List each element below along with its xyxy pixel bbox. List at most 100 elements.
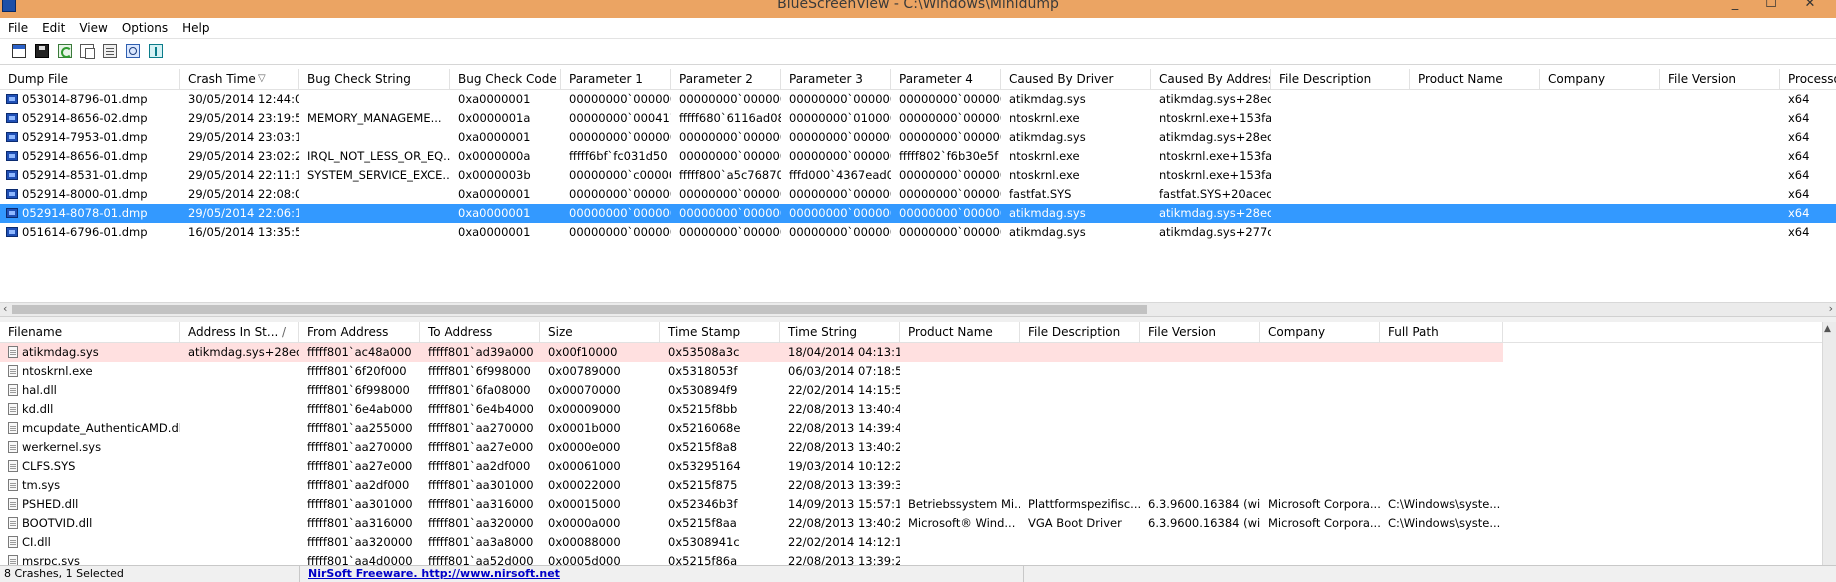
menu-edit[interactable]: Edit — [34, 18, 71, 36]
col-header-label: Bug Check Code — [458, 72, 557, 86]
col-header-file-version[interactable]: File Version — [1140, 322, 1260, 342]
maximize-icon[interactable]: ☐ — [1757, 0, 1785, 11]
properties-icon[interactable] — [12, 44, 26, 58]
col-header-size[interactable]: Size — [540, 322, 660, 342]
cell-bug-check-string — [299, 90, 450, 109]
dump-row[interactable]: 052914-8000-01.dmp 29/05/2014 22:08:04 0xa… — [0, 185, 1836, 204]
driver-row[interactable]: ntoskrnl.exe fffff801`6f20f000 fffff801`6f… — [0, 362, 1836, 381]
driver-row[interactable]: PSHED.dll fffff801`aa301000 fffff801`aa316… — [0, 495, 1836, 514]
col-header-parameter-4[interactable]: Parameter 4 — [891, 69, 1001, 89]
cell-text: 0x00789000 — [548, 364, 621, 378]
cell-size: 0x00009000 — [540, 400, 660, 419]
col-header-time-string[interactable]: Time String — [780, 322, 900, 342]
dump-row[interactable]: 052914-8531-01.dmp 29/05/2014 22:11:13 SYS… — [0, 166, 1836, 185]
driver-row[interactable]: BOOTVID.dll fffff801`aa316000 fffff801`aa3… — [0, 514, 1836, 533]
driver-row[interactable]: kd.dll fffff801`6e4ab000 fffff801`6e4b4000… — [0, 400, 1836, 419]
menu-help[interactable]: Help — [174, 18, 215, 36]
col-header-address-in-stack[interactable]: Address In St... / — [180, 322, 299, 342]
cell-company — [1260, 381, 1380, 400]
cell-text: x64 — [1788, 92, 1810, 106]
col-header-full-path[interactable]: Full Path — [1380, 322, 1503, 342]
cell-text: 00000000`000000... — [679, 206, 781, 220]
cell-time-stamp: 0x5308941c — [660, 533, 780, 552]
horizontal-scrollbar[interactable]: ‹ › — [0, 302, 1836, 316]
col-header-product-name[interactable]: Product Name — [1410, 69, 1540, 89]
cell-caused-by-address: atikmdag.sys+28ece — [1151, 128, 1271, 147]
driver-row[interactable]: msrpc.sys fffff801`aa4d0000 fffff801`aa52d… — [0, 552, 1836, 565]
col-header-file-description[interactable]: File Description — [1271, 69, 1410, 89]
cell-time-string: 22/02/2014 14:12:12 — [780, 533, 900, 552]
col-header-crash-time[interactable]: Crash Time ▽ — [180, 69, 299, 89]
advanced-options-icon[interactable] — [103, 44, 117, 58]
driver-row[interactable]: hal.dll fffff801`6f998000 fffff801`6fa0800… — [0, 381, 1836, 400]
cell-text: 0x00f10000 — [548, 345, 618, 359]
cell-dump-file: 052914-8656-02.dmp — [0, 109, 180, 128]
cell-text: 00000000`000417... — [569, 111, 671, 125]
cell-text: 052914-8531-01.dmp — [22, 168, 148, 182]
refresh-icon[interactable] — [58, 44, 72, 58]
col-header-label: Parameter 1 — [569, 72, 643, 86]
driver-row[interactable]: CI.dll fffff801`aa320000 fffff801`aa3a8000… — [0, 533, 1836, 552]
cell-file-version: 6.3.9600.16384 (wi... — [1140, 495, 1260, 514]
col-header-parameter-2[interactable]: Parameter 2 — [671, 69, 781, 89]
cell-company: Microsoft Corpora... — [1260, 495, 1380, 514]
col-header-dump-file[interactable]: Dump File — [0, 69, 180, 89]
col-header-company[interactable]: Company — [1540, 69, 1660, 89]
col-header-caused-by-address[interactable]: Caused By Address — [1151, 69, 1271, 89]
driver-row[interactable]: tm.sys fffff801`aa2df000 fffff801`aa301000… — [0, 476, 1836, 495]
cell-file-description — [1020, 419, 1140, 438]
col-header-file-description[interactable]: File Description — [1020, 322, 1140, 342]
col-header-processor[interactable]: Processor — [1780, 69, 1836, 89]
cell-text: ntoskrnl.exe — [1009, 111, 1080, 125]
scroll-up-icon[interactable]: ▲ — [1824, 324, 1831, 334]
cell-bug-check-code: 0xa0000001 — [450, 128, 561, 147]
dump-row[interactable]: 051614-6796-01.dmp 16/05/2014 13:35:53 0xa… — [0, 223, 1836, 242]
cell-parameter-3: fffd000`4367ead0 — [781, 166, 891, 185]
driver-row[interactable]: atikmdag.sys atikmdag.sys+28ece fffff801`a… — [0, 343, 1836, 362]
cell-filename: werkernel.sys — [0, 438, 180, 457]
scroll-right-icon[interactable]: › — [1829, 302, 1833, 315]
scroll-left-icon[interactable]: ‹ — [3, 302, 7, 315]
col-header-to-address[interactable]: To Address — [420, 322, 540, 342]
cell-parameter-1: 00000000`c00000... — [561, 166, 671, 185]
dump-row[interactable]: 052914-8078-01.dmp 29/05/2014 22:06:14 0xa… — [0, 204, 1836, 223]
col-header-bug-check-string[interactable]: Bug Check String — [299, 69, 450, 89]
menu-view[interactable]: View — [71, 18, 113, 36]
menu-options[interactable]: Options — [114, 18, 174, 36]
exit-icon[interactable] — [149, 44, 163, 58]
copy-icon[interactable] — [80, 44, 95, 59]
close-icon[interactable]: ✕ — [1796, 0, 1824, 11]
cell-dump-file: 053014-8796-01.dmp — [0, 90, 180, 109]
dump-row[interactable]: 052914-8656-02.dmp 29/05/2014 23:19:56 MEM… — [0, 109, 1836, 128]
file-icon — [8, 384, 18, 396]
driver-row[interactable]: werkernel.sys fffff801`aa270000 fffff801`a… — [0, 438, 1836, 457]
minimize-icon[interactable]: _ — [1721, 0, 1749, 11]
col-header-filename[interactable]: Filename — [0, 322, 180, 342]
nirsoft-link[interactable]: NirSoft Freeware. http://www.nirsoft.net — [308, 567, 560, 580]
driver-row[interactable]: CLFS.SYS fffff801`aa27e000 fffff801`aa2df0… — [0, 457, 1836, 476]
col-header-company[interactable]: Company — [1260, 322, 1380, 342]
col-header-from-address[interactable]: From Address — [299, 322, 420, 342]
cell-parameter-1: 00000000`000000... — [561, 223, 671, 242]
col-header-parameter-1[interactable]: Parameter 1 — [561, 69, 671, 89]
vertical-scrollbar[interactable]: ▲ — [1822, 322, 1836, 565]
dump-row[interactable]: 052914-7953-01.dmp 29/05/2014 23:03:19 0xa… — [0, 128, 1836, 147]
find-icon[interactable] — [126, 44, 140, 58]
col-header-caused-by-driver[interactable]: Caused By Driver — [1001, 69, 1151, 89]
col-header-parameter-3[interactable]: Parameter 3 — [781, 69, 891, 89]
cell-to-address: fffff801`6f998000 — [420, 362, 540, 381]
cell-text: 00000000`000000... — [679, 187, 781, 201]
driver-row[interactable]: mcupdate_AuthenticAMD.dll fffff801`aa2550… — [0, 419, 1836, 438]
sort-descending-icon: ▽ — [258, 73, 266, 84]
col-header-bug-check-code[interactable]: Bug Check Code — [450, 69, 561, 89]
dump-row[interactable]: 052914-8656-01.dmp 29/05/2014 23:02:26 IRQ… — [0, 147, 1836, 166]
menu-file[interactable]: File — [0, 18, 34, 36]
cell-filename: tm.sys — [0, 476, 180, 495]
save-icon[interactable] — [35, 44, 49, 58]
scrollbar-thumb[interactable] — [12, 305, 1147, 314]
col-header-time-stamp[interactable]: Time Stamp — [660, 322, 780, 342]
col-header-product-name[interactable]: Product Name — [900, 322, 1020, 342]
cell-text: 00000000`000000... — [789, 187, 891, 201]
dump-row[interactable]: 053014-8796-01.dmp 30/05/2014 12:44:00 0xa… — [0, 90, 1836, 109]
col-header-file-version[interactable]: File Version — [1660, 69, 1780, 89]
